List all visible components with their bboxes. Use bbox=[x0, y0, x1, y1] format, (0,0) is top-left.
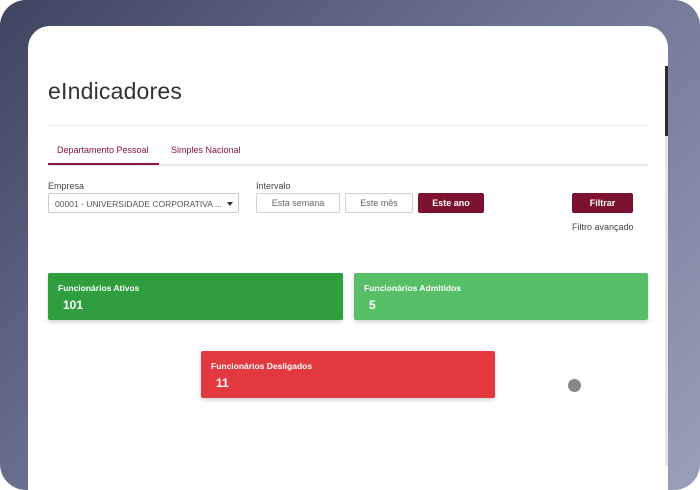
filtrar-button[interactable]: Filtrar bbox=[572, 193, 633, 213]
scrollbar-thumb[interactable] bbox=[665, 66, 668, 136]
card-title: Funcionários Desligados bbox=[211, 361, 313, 371]
chevron-down-icon bbox=[227, 202, 233, 206]
este-mes-button[interactable]: Este mês bbox=[345, 193, 413, 213]
title-divider bbox=[48, 125, 648, 126]
app-screen: eIndicadores Departamento Pessoal Simple… bbox=[28, 26, 668, 490]
card-funcionarios-desligados[interactable]: Funcionários Desligados 11 bbox=[201, 351, 495, 398]
card-title: Funcionários Ativos bbox=[58, 283, 140, 293]
empresa-select[interactable]: 00001 - UNIVERSIDADE CORPORATIVA ... bbox=[48, 193, 239, 213]
page-title: eIndicadores bbox=[48, 78, 183, 104]
este-ano-button[interactable]: Este ano bbox=[418, 193, 484, 213]
tab-bar: Departamento Pessoal Simples Nacional bbox=[48, 142, 648, 166]
card-title: Funcionários Admitidos bbox=[364, 283, 461, 293]
intervalo-label: Intervalo bbox=[256, 181, 291, 191]
card-value: 5 bbox=[369, 298, 376, 312]
card-value: 11 bbox=[216, 376, 229, 390]
tab-simples-nacional[interactable]: Simples Nacional bbox=[171, 145, 241, 155]
cursor-dot bbox=[568, 379, 581, 392]
tab-departamento-pessoal[interactable]: Departamento Pessoal bbox=[48, 145, 159, 165]
empresa-select-value: 00001 - UNIVERSIDADE CORPORATIVA ... bbox=[55, 199, 222, 209]
card-funcionarios-admitidos[interactable]: Funcionários Admitidos 5 bbox=[354, 273, 648, 320]
card-value: 101 bbox=[63, 298, 84, 312]
card-funcionarios-ativos[interactable]: Funcionários Ativos 101 bbox=[48, 273, 343, 320]
empresa-label: Empresa bbox=[48, 181, 85, 191]
esta-semana-button[interactable]: Esta semana bbox=[256, 193, 340, 213]
filtro-avancado-link[interactable]: Filtro avançado bbox=[572, 222, 634, 232]
